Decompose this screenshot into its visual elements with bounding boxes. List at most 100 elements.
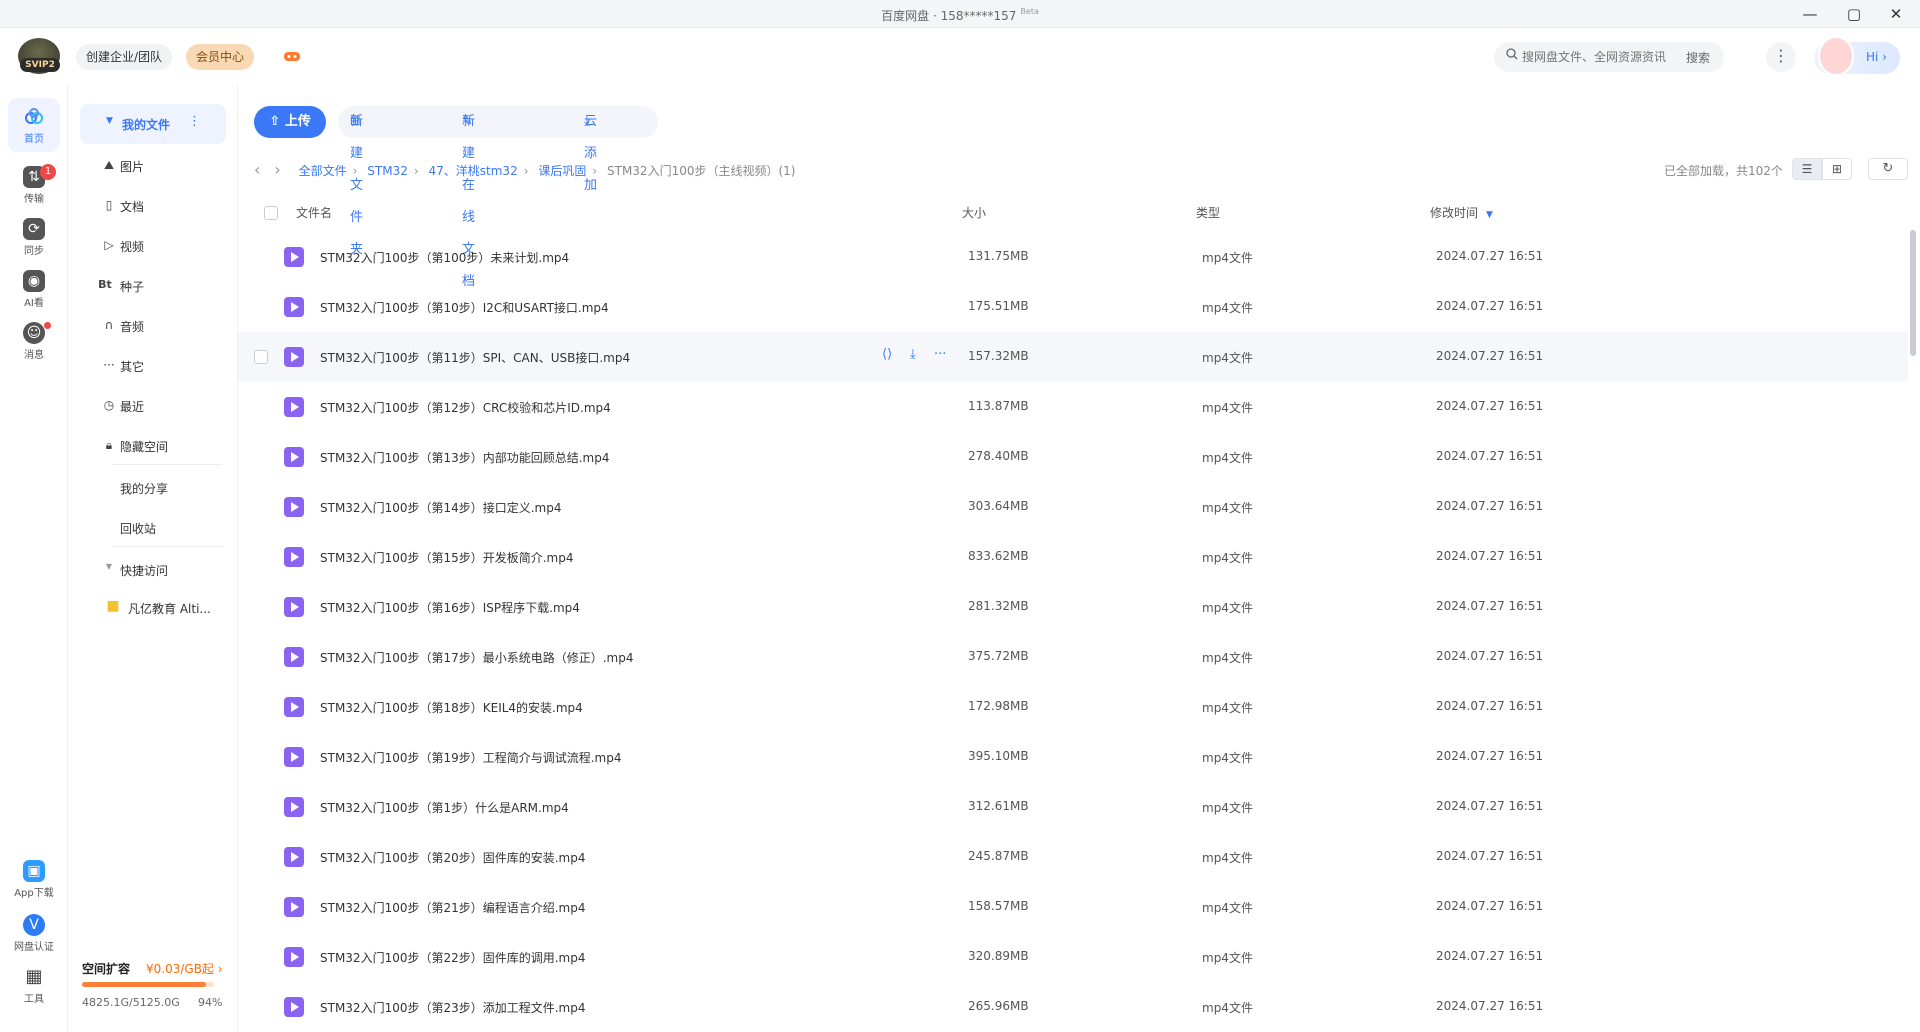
file-name[interactable]: STM32入门100步（第22步）固件库的调用.mp4 (320, 949, 586, 966)
table-row[interactable]: STM32入门100步（第100步）未来计划.mp4 131.75MB mp4文件 2… (238, 232, 1908, 282)
image-icon: ⛰ (103, 158, 115, 172)
sidebar-item-hidden[interactable]: 🔒︎ 隐藏空间 (106, 438, 168, 455)
video-file-icon (284, 897, 304, 917)
sidebar-item-recent[interactable]: ◷ 最近 (104, 398, 144, 415)
sidebar-quick-item[interactable]: ■ 凡亿教育 Alti... (106, 598, 210, 617)
sort-desc-icon[interactable]: ▼ (1486, 210, 1493, 220)
breadcrumb-item[interactable]: STM32 (367, 164, 408, 178)
table-row[interactable]: STM32入门100步（第14步）接口定义.mp4 303.64MB mp4文件 20… (238, 482, 1908, 532)
file-type: mp4文件 (1202, 551, 1253, 565)
file-time: 2024.07.27 16:51 (1436, 649, 1544, 663)
search-button[interactable]: 搜索 (1686, 49, 1710, 66)
grid-view-button[interactable]: ⊞ (1822, 158, 1852, 180)
file-size: 312.61MB (968, 799, 1029, 813)
list-view-button[interactable]: ☰ (1792, 158, 1822, 180)
select-all-checkbox[interactable] (264, 206, 278, 220)
table-row[interactable]: STM32入门100步（第1步）什么是ARM.mp4 312.61MB mp4文件 2… (238, 782, 1908, 832)
nav-item-message[interactable]: ☺ 消息 (0, 322, 68, 361)
header-type[interactable]: 类型 (1196, 204, 1220, 221)
sidebar-item-audio[interactable]: ∩ 音频 (105, 318, 144, 335)
sidebar-item-other[interactable]: ··· 其它 (103, 358, 145, 375)
sidebar-label-other: 其它 (120, 360, 145, 374)
search-input[interactable] (1522, 47, 1672, 67)
header-size[interactable]: 大小 (962, 204, 986, 221)
file-time: 2024.07.27 16:51 (1436, 399, 1544, 413)
vip-center-button[interactable]: 会员中心 (186, 44, 255, 70)
file-type: mp4文件 (1202, 801, 1253, 815)
sidebar-item-seed[interactable]: Bt 种子 (98, 278, 144, 295)
file-name[interactable]: STM32入门100步（第15步）开发板简介.mp4 (320, 549, 574, 566)
file-name[interactable]: STM32入门100步（第1步）什么是ARM.mp4 (320, 799, 569, 816)
file-name[interactable]: STM32入门100步（第19步）工程简介与调试流程.mp4 (320, 749, 622, 766)
header-time[interactable]: 修改时间 ▼ (1430, 204, 1493, 221)
row-checkbox[interactable] (254, 350, 268, 364)
back-arrow-icon[interactable]: ‹ (254, 160, 260, 179)
table-row[interactable]: STM32入门100步（第20步）固件库的安装.mp4 245.87MB mp4文件… (238, 832, 1908, 882)
table-row[interactable]: STM32入门100步（第17步）最小系统电路（修正）.mp4 375.72MB m… (238, 632, 1908, 682)
game-icon[interactable] (282, 46, 302, 66)
sidebar-item-docs[interactable]: ▯ 文档 (106, 198, 144, 215)
sidebar-item-video[interactable]: ▷ 视频 (104, 238, 144, 255)
table-row[interactable]: STM32入门100步（第21步）编程语言介绍.mp4 158.57MB mp4文件… (238, 882, 1908, 932)
close-button[interactable]: ✕ (1878, 2, 1914, 26)
file-name[interactable]: STM32入门100步（第23步）添加工程文件.mp4 (320, 999, 586, 1016)
file-name[interactable]: STM32入门100步（第13步）内部功能回顾总结.mp4 (320, 449, 610, 466)
create-team-button[interactable]: 创建企业/团队 (76, 44, 173, 70)
sidebar-item-images[interactable]: ⛰ 图片 (104, 158, 144, 175)
my-files-more-icon[interactable]: ⋮ (188, 114, 201, 129)
nav-item-transfer[interactable]: ⇅ 传输 1 (0, 164, 68, 205)
nav-item-tools[interactable]: ▦ 工具 (0, 966, 68, 1005)
file-name[interactable]: STM32入门100步（第100步）未来计划.mp4 (320, 249, 569, 266)
my-files-header[interactable]: ▼ 我的文件 ⋮ (80, 104, 226, 144)
file-name[interactable]: STM32入门100步（第10步）I2C和USART接口.mp4 (320, 299, 609, 316)
more-icon[interactable]: ··· (934, 347, 946, 362)
scrollbar[interactable] (1910, 230, 1916, 356)
hi-assistant-button[interactable]: Hi › (1814, 36, 1900, 76)
table-row[interactable]: STM32入门100步（第13步）内部功能回顾总结.mp4 278.40MB mp4… (238, 432, 1908, 482)
table-row[interactable]: STM32入门100步（第19步）工程简介与调试流程.mp4 395.10MB mp… (238, 732, 1908, 782)
sidebar-quick-access[interactable]: ▼ 快捷访问 (106, 562, 168, 579)
refresh-button[interactable]: ↻ (1868, 158, 1908, 180)
storage-price[interactable]: ¥0.03/GB起 › (146, 960, 223, 977)
table-row[interactable]: STM32入门100步（第11步）SPI、CAN、USB接口.mp4 ⟨⟩ ⤓ ···… (238, 332, 1908, 382)
more-menu-icon[interactable]: ⋮ (1766, 42, 1796, 72)
sidebar-item-recycle[interactable]: 回收站 (120, 520, 156, 537)
collapse-triangle-icon[interactable]: ▼ (106, 116, 113, 126)
upload-button[interactable]: ⇧ 上传 (254, 106, 326, 138)
breadcrumb-item[interactable]: 47、洋桃stm32 (429, 164, 518, 178)
file-name[interactable]: STM32入门100步（第14步）接口定义.mp4 (320, 499, 562, 516)
file-name[interactable]: STM32入门100步（第18步）KEIL4的安装.mp4 (320, 699, 583, 716)
nav-item-home[interactable]: 首页 (0, 106, 68, 145)
breadcrumb-item[interactable]: 全部文件 (299, 164, 347, 178)
file-name[interactable]: STM32入门100步（第16步）ISP程序下载.mp4 (320, 599, 580, 616)
file-name[interactable]: STM32入门100步（第11步）SPI、CAN、USB接口.mp4 (320, 349, 630, 366)
storage-panel[interactable]: 空间扩容 ¥0.03/GB起 › 4825.1G/5125.0G 94% (82, 960, 232, 1009)
maximize-button[interactable]: ▢ (1836, 2, 1872, 26)
file-name[interactable]: STM32入门100步（第12步）CRC校验和芯片ID.mp4 (320, 399, 611, 416)
file-name[interactable]: STM32入门100步（第21步）编程语言介绍.mp4 (320, 899, 586, 916)
download-icon[interactable]: ⤓ (910, 347, 916, 362)
table-row[interactable]: STM32入门100步（第15步）开发板简介.mp4 833.62MB mp4文件 2… (238, 532, 1908, 582)
nav-item-verify[interactable]: V 网盘认证 (0, 914, 68, 953)
forward-arrow-icon[interactable]: › (274, 160, 280, 179)
header-name[interactable]: 文件名 (296, 204, 332, 221)
breadcrumb-item[interactable]: 课后巩固 (538, 164, 586, 178)
storage-bar-fill (82, 982, 207, 987)
nav-item-app-download[interactable]: ▣ App下载 (0, 860, 68, 899)
share-icon[interactable]: ⟨⟩ (882, 347, 892, 362)
table-row[interactable]: STM32入门100步（第22步）固件库的调用.mp4 320.89MB mp4文件… (238, 932, 1908, 982)
file-name[interactable]: STM32入门100步（第20步）固件库的安装.mp4 (320, 849, 586, 866)
minimize-button[interactable]: — (1792, 2, 1828, 26)
video-file-icon (284, 247, 304, 267)
nav-item-ai[interactable]: ◉ AI看 (0, 270, 68, 309)
storage-percent: 94% (198, 996, 223, 1009)
nav-item-sync[interactable]: ⟳ 同步 (0, 218, 68, 257)
file-name[interactable]: STM32入门100步（第17步）最小系统电路（修正）.mp4 (320, 649, 634, 666)
table-row[interactable]: STM32入门100步（第10步）I2C和USART接口.mp4 175.51MB… (238, 282, 1908, 332)
table-row[interactable]: STM32入门100步（第16步）ISP程序下载.mp4 281.32MB mp4文… (238, 582, 1908, 632)
table-row[interactable]: STM32入门100步（第12步）CRC校验和芯片ID.mp4 113.87MB m… (238, 382, 1908, 432)
search-box[interactable]: 搜索 (1494, 42, 1724, 72)
sidebar-item-my-share[interactable]: 我的分享 (120, 480, 168, 497)
table-row[interactable]: STM32入门100步（第18步）KEIL4的安装.mp4 172.98MB mp4… (238, 682, 1908, 732)
table-row[interactable]: STM32入门100步（第23步）添加工程文件.mp4 265.96MB mp4文件… (238, 982, 1908, 1032)
